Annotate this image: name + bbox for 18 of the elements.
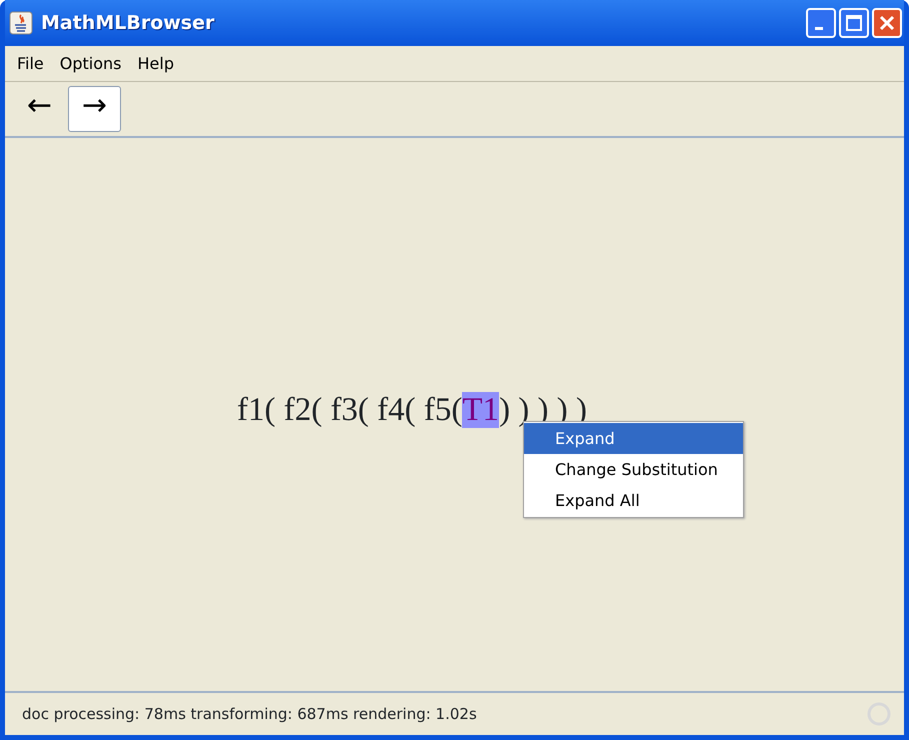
menu-item[interactable]: Expand	[524, 423, 743, 454]
toolbar-button[interactable]: →	[68, 86, 121, 132]
close-button[interactable]	[872, 8, 902, 38]
maximize-button[interactable]	[839, 8, 869, 38]
menu-item[interactable]: Help	[130, 52, 182, 76]
menu-item[interactable]: File	[9, 52, 52, 76]
window-title: MathMLBrowser	[41, 10, 214, 36]
toolbar-button[interactable]: ←	[13, 86, 66, 132]
maximize-icon	[845, 14, 863, 32]
menu-item[interactable]: Change Substitution	[524, 454, 743, 485]
status-text: doc processing: 78ms transforming: 687ms rendering: 1.02s	[22, 704, 478, 725]
app-icon	[9, 11, 33, 35]
minimize-button[interactable]	[806, 8, 836, 38]
close-icon	[878, 14, 896, 32]
menu-item[interactable]: Expand All	[524, 485, 743, 516]
minimize-icon	[815, 26, 823, 30]
menu-item[interactable]: Options	[52, 52, 130, 76]
selected-term[interactable]: T1	[462, 392, 500, 428]
